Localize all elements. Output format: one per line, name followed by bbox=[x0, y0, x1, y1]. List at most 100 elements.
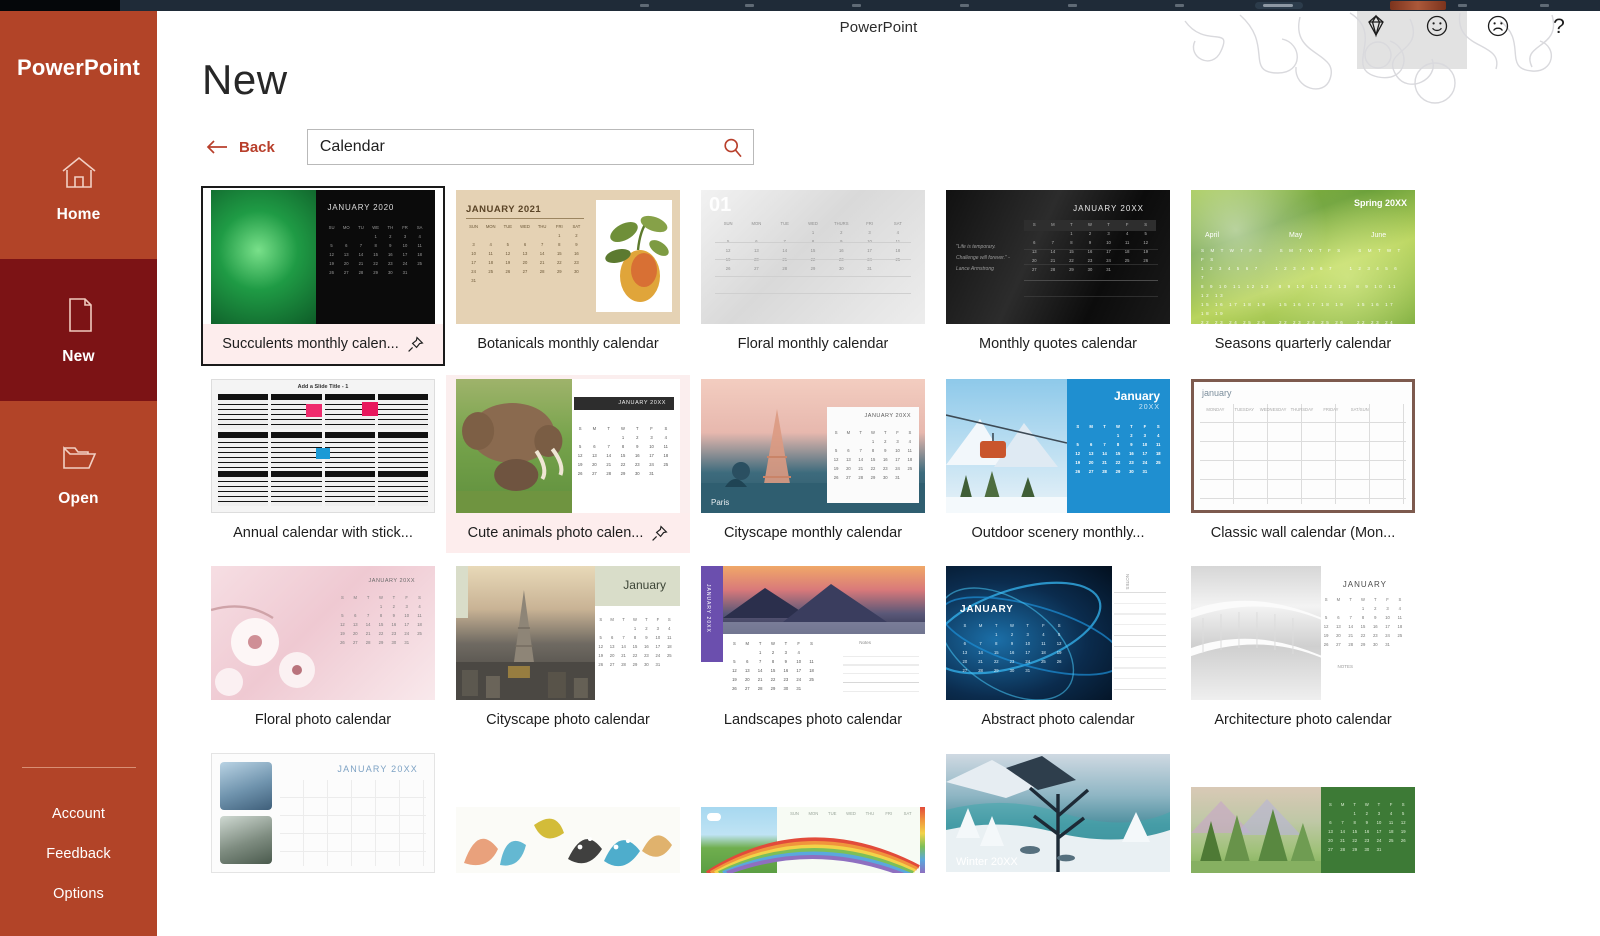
search-input[interactable] bbox=[307, 130, 753, 164]
thumb-notes-label: Notes bbox=[859, 640, 871, 645]
template-label: Floral photo calendar bbox=[254, 712, 392, 728]
chrome-tick bbox=[745, 4, 754, 7]
chrome-tick bbox=[1175, 4, 1184, 7]
chrome-black-segment bbox=[0, 0, 120, 11]
template-label-row: Monthly quotes calendar bbox=[936, 324, 1180, 364]
template-label-row: Floral photo calendar bbox=[201, 700, 445, 740]
template-label-row: Seasons quarterly calendar bbox=[1181, 324, 1425, 364]
header-icon-group: ? bbox=[1363, 13, 1572, 39]
sidebar-item-label: Home bbox=[56, 206, 101, 223]
chrome-tick bbox=[640, 4, 649, 7]
template-label-row: Outdoor scenery monthly... bbox=[936, 513, 1180, 553]
template-label: Architecture photo calendar bbox=[1214, 712, 1392, 728]
back-button[interactable]: Back bbox=[199, 135, 281, 160]
thumb-m3: June bbox=[1371, 232, 1387, 239]
template-label: Outdoor scenery monthly... bbox=[971, 525, 1145, 541]
thumb-m1: April bbox=[1205, 232, 1220, 239]
template-card-cityscape-monthly[interactable]: Paris JANUARY 20XX SMTWTFS 1234 5 6 7 8 9 10 1… bbox=[691, 375, 935, 553]
template-label-row: Cityscape monthly calendar bbox=[691, 513, 935, 553]
template-label-row: Landscapes photo calendar bbox=[691, 700, 935, 740]
template-card-landscapes-photo[interactable]: JANUARY 20XX SMTWTFS 1234 5 6 7 8 9 10 11 12 13… bbox=[691, 562, 935, 740]
backstage-sidebar: PowerPoint Home New Open Account Feedbac… bbox=[0, 0, 157, 936]
pin-icon[interactable] bbox=[407, 335, 424, 353]
chrome-tick bbox=[852, 4, 861, 7]
template-card-seasons-quarterly[interactable]: Spring 20XX April May June S M T W T F S… bbox=[1181, 186, 1425, 366]
template-card-floral-photo[interactable]: JANUARY 20XX SMTWTFS 1234 5 6 7 8 9 10 11 12 13… bbox=[201, 562, 445, 740]
template-label-row: Classic wall calendar (Mon... bbox=[1181, 513, 1425, 553]
template-label-row: Abstract photo calendar bbox=[936, 700, 1180, 740]
sidebar-item-label: Open bbox=[58, 490, 99, 507]
chrome-tick bbox=[960, 4, 969, 7]
powerpoint-backstage: PowerPoint Home New Open Account Feedbac… bbox=[0, 0, 1600, 936]
template-label-row: Botanicals monthly calendar bbox=[446, 324, 690, 364]
thumb-city-label: Paris bbox=[711, 498, 729, 507]
thumb-month-label: 01 bbox=[709, 194, 732, 216]
template-grid: JANUARY 2020 SU MO TU WE TH FR SA 1234 5 6 7 8 9 10… bbox=[201, 186, 1491, 913]
template-card-butterflies[interactable] bbox=[446, 749, 690, 913]
template-thumbnail bbox=[456, 753, 680, 873]
template-card-monthly-quotes[interactable]: JANUARY 20XX SMTWTFS 12345 6789101112 13… bbox=[936, 186, 1180, 366]
template-thumbnail: Add a Slide Title - 1 bbox=[211, 379, 435, 513]
help-icon[interactable]: ? bbox=[1546, 13, 1572, 39]
thumb-year-label: 20XX bbox=[1138, 404, 1160, 411]
template-card-architecture-photo[interactable]: JANUARY SMTWTFS 1234 5 6 7 8 9 10 11 12 13 14 15 1… bbox=[1181, 562, 1425, 740]
template-thumbnail: JANUARY 20XX SMTWTFS 1234 5 6 7 8 9 10 11 12 13… bbox=[211, 566, 435, 700]
sidebar-item-account[interactable]: Account bbox=[0, 794, 157, 834]
template-card-floral-monthly[interactable]: 01 SUNMONTUEWEDTHURSFRISAT 1234 56789101… bbox=[691, 186, 935, 366]
template-card-forest[interactable]: SMTWTFS 12345 6 7 8 9 10 11 12 13 14 15 16 17 18 19 … bbox=[1181, 749, 1425, 913]
template-thumbnail: JANUARY 2020 SU MO TU WE TH FR SA 1234 5 6 7 8 9 10… bbox=[211, 190, 435, 324]
template-label-row bbox=[446, 873, 690, 913]
template-label: Monthly quotes calendar bbox=[979, 336, 1137, 352]
chrome-tick bbox=[1540, 4, 1549, 7]
sad-face-icon[interactable] bbox=[1485, 13, 1511, 39]
template-label: Floral monthly calendar bbox=[737, 336, 889, 352]
chrome-tick bbox=[1068, 4, 1077, 7]
template-card-cute-animals[interactable]: JANUARY 20XX SMTWTFS 1234 5 6 7 8 9 10 11 12 13… bbox=[446, 375, 690, 553]
sidebar-item-open[interactable]: Open bbox=[0, 401, 157, 543]
template-label-row bbox=[691, 873, 935, 913]
template-card-succulents[interactable]: JANUARY 2020 SU MO TU WE TH FR SA 1234 5 6 7 8 9 10… bbox=[201, 186, 445, 366]
template-label-row: Cute animals photo calen... bbox=[446, 513, 690, 553]
sidebar-item-home[interactable]: Home bbox=[0, 117, 157, 259]
template-thumbnail: JANUARY 20XX SMTWTFS 12345 6789101112 13… bbox=[946, 190, 1170, 324]
template-card-annual[interactable]: Add a Slide Title - 1 Annual calendar wi… bbox=[201, 375, 445, 553]
template-thumbnail: SUN MON TUE WED THU FRI SAT bbox=[701, 753, 925, 873]
diamond-icon[interactable] bbox=[1363, 13, 1389, 39]
chrome-tick bbox=[1458, 4, 1467, 7]
template-card-outdoor-scenery[interactable]: January 20XX SMTWTFS 1234 5 6 7 8 9 10 11 12 13… bbox=[936, 375, 1180, 553]
template-thumbnail: JANUARY SMTWTFS 12345 6 7 8 9 10 11 12 13 14 15 1… bbox=[946, 566, 1170, 700]
template-label-row bbox=[201, 873, 445, 913]
template-thumbnail: JANUARY 2021 SUN MON TUE WED THU FRI SAT 12 34… bbox=[456, 190, 680, 324]
template-card-rainbow[interactable]: SUN MON TUE WED THU FRI SAT bbox=[691, 749, 935, 913]
page-title: New bbox=[202, 56, 288, 103]
template-label-row: Succulents monthly calen... bbox=[203, 324, 443, 364]
thumb-month-label: JANUARY bbox=[1342, 580, 1387, 589]
template-thumbnail: SMTWTFS 12345 6 7 8 9 10 11 12 13 14 15 16 17 18 19 … bbox=[1191, 753, 1415, 873]
template-card-botanicals[interactable]: JANUARY 2021 SUN MON TUE WED THU FRI SAT 12 34… bbox=[446, 186, 690, 366]
chrome-accent-segment bbox=[1390, 1, 1446, 10]
template-label-row: Annual calendar with stick... bbox=[201, 513, 445, 553]
sidebar-item-feedback[interactable]: Feedback bbox=[0, 834, 157, 874]
thumb-month-label: January bbox=[1113, 389, 1160, 403]
search-box[interactable] bbox=[306, 129, 754, 165]
template-label-row bbox=[1181, 873, 1425, 913]
template-thumbnail: Winter 20XX bbox=[946, 753, 1170, 873]
template-thumbnail: JANUARY 20XX bbox=[211, 753, 435, 873]
thumb-month-label: JANUARY 20XX bbox=[368, 578, 415, 584]
sidebar-item-options[interactable]: Options bbox=[0, 874, 157, 914]
template-card-winter-scene[interactable]: Winter 20XX bbox=[936, 749, 1180, 913]
app-brand-label: PowerPoint bbox=[16, 55, 140, 80]
backstage-main: PowerPoint ? New Back Calendar JANUARY 2… bbox=[157, 0, 1600, 936]
thumb-m2: May bbox=[1289, 232, 1303, 239]
template-label: Seasons quarterly calendar bbox=[1214, 336, 1392, 352]
sidebar-item-new[interactable]: New bbox=[0, 259, 157, 401]
template-thumbnail: Spring 20XX April May June S M T W T F S… bbox=[1191, 190, 1415, 324]
template-card-classic-wall[interactable]: january MONDAY TUESDAY WEDNESDAY THURSDAY FR… bbox=[1181, 375, 1425, 553]
search-icon[interactable] bbox=[722, 137, 744, 159]
happy-face-icon[interactable] bbox=[1424, 13, 1450, 39]
template-card-winter-photos[interactable]: JANUARY 20XX bbox=[201, 749, 445, 913]
thumb-month-label: JANUARY 20XX bbox=[337, 764, 418, 774]
template-card-cityscape-photo[interactable]: January SMTWTFS 1234 5 6 7 8 9 10 11 12 13 14 15 1… bbox=[446, 562, 690, 740]
template-card-abstract-photo[interactable]: JANUARY SMTWTFS 12345 6 7 8 9 10 11 12 13 14 15 1… bbox=[936, 562, 1180, 740]
pin-icon[interactable] bbox=[651, 524, 668, 542]
